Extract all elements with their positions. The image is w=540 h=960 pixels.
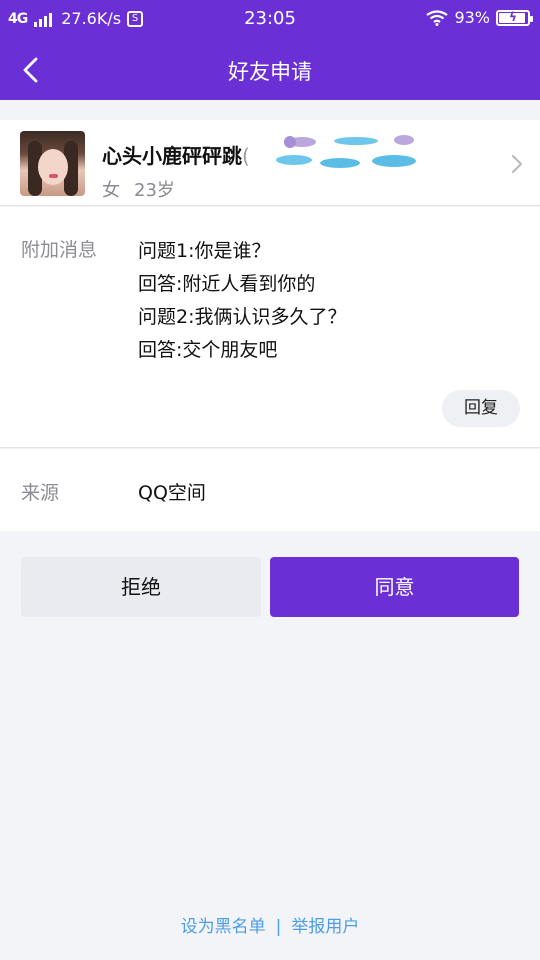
chevron-right-icon (512, 155, 522, 173)
gender: 女 (102, 180, 120, 201)
gender-age: 女 23岁 (102, 176, 175, 202)
source-section: 来源 QQ空间 (0, 449, 540, 531)
screen: 4G 27.6K/s S 23:05 93% ϟ 好友申请 心头小鹿砰砰跳(女… (0, 0, 540, 960)
page-title: 好友申请 (228, 60, 312, 84)
message-line: 问题2:我俩认识多久了？ (138, 306, 347, 328)
accept-button[interactable]: 同意 (270, 557, 519, 617)
message-line: 回答:附近人看到你的 (138, 273, 316, 295)
avatar[interactable] (20, 131, 85, 196)
reply-button[interactable]: 回复 (442, 390, 520, 427)
footer-links: 设为黑名单 | 举报用户 (0, 912, 540, 937)
wifi-icon (426, 9, 449, 26)
message-label: 附加消息 (21, 239, 98, 261)
nickname-line: 心头小鹿砰砰跳( (102, 140, 250, 169)
charging-icon: ϟ (509, 9, 517, 24)
report-user-link[interactable]: 举报用户 (291, 917, 359, 937)
message-line: 问题1:你是谁？ (138, 240, 271, 262)
nav-bar: 好友申请 (0, 38, 540, 100)
footer-separator: | (275, 917, 282, 937)
source-label: 来源 (21, 482, 60, 504)
avatar-lips (49, 174, 58, 178)
avatar-face (38, 149, 68, 185)
battery-icon: ϟ (496, 9, 533, 26)
nickname-paren: ( (242, 144, 250, 168)
message-line: 回答:交个朋友吧 (138, 339, 278, 361)
reject-button[interactable]: 拒绝 (21, 557, 261, 617)
redaction-sticker-icon (276, 135, 416, 168)
requester-profile[interactable]: 心头小鹿砰砰跳( 女 23岁 (0, 120, 540, 206)
additional-message-section: 附加消息 问题1:你是谁？ 回答:附近人看到你的 问题2:我俩认识多久了？ 回答… (0, 207, 540, 448)
status-bar: 4G 27.6K/s S 23:05 93% ϟ (0, 0, 540, 38)
message-lines: 问题1:你是谁？ 回答:附近人看到你的 问题2:我俩认识多久了？ 回答:交个朋友… (138, 235, 347, 367)
source-value: QQ空间 (138, 482, 206, 504)
age: 23岁 (134, 180, 175, 201)
nickname: 心头小鹿砰砰跳 (102, 144, 242, 168)
battery-percent: 93% (454, 8, 490, 27)
status-right: 93% ϟ (426, 8, 533, 27)
blacklist-link[interactable]: 设为黑名单 (181, 917, 266, 937)
